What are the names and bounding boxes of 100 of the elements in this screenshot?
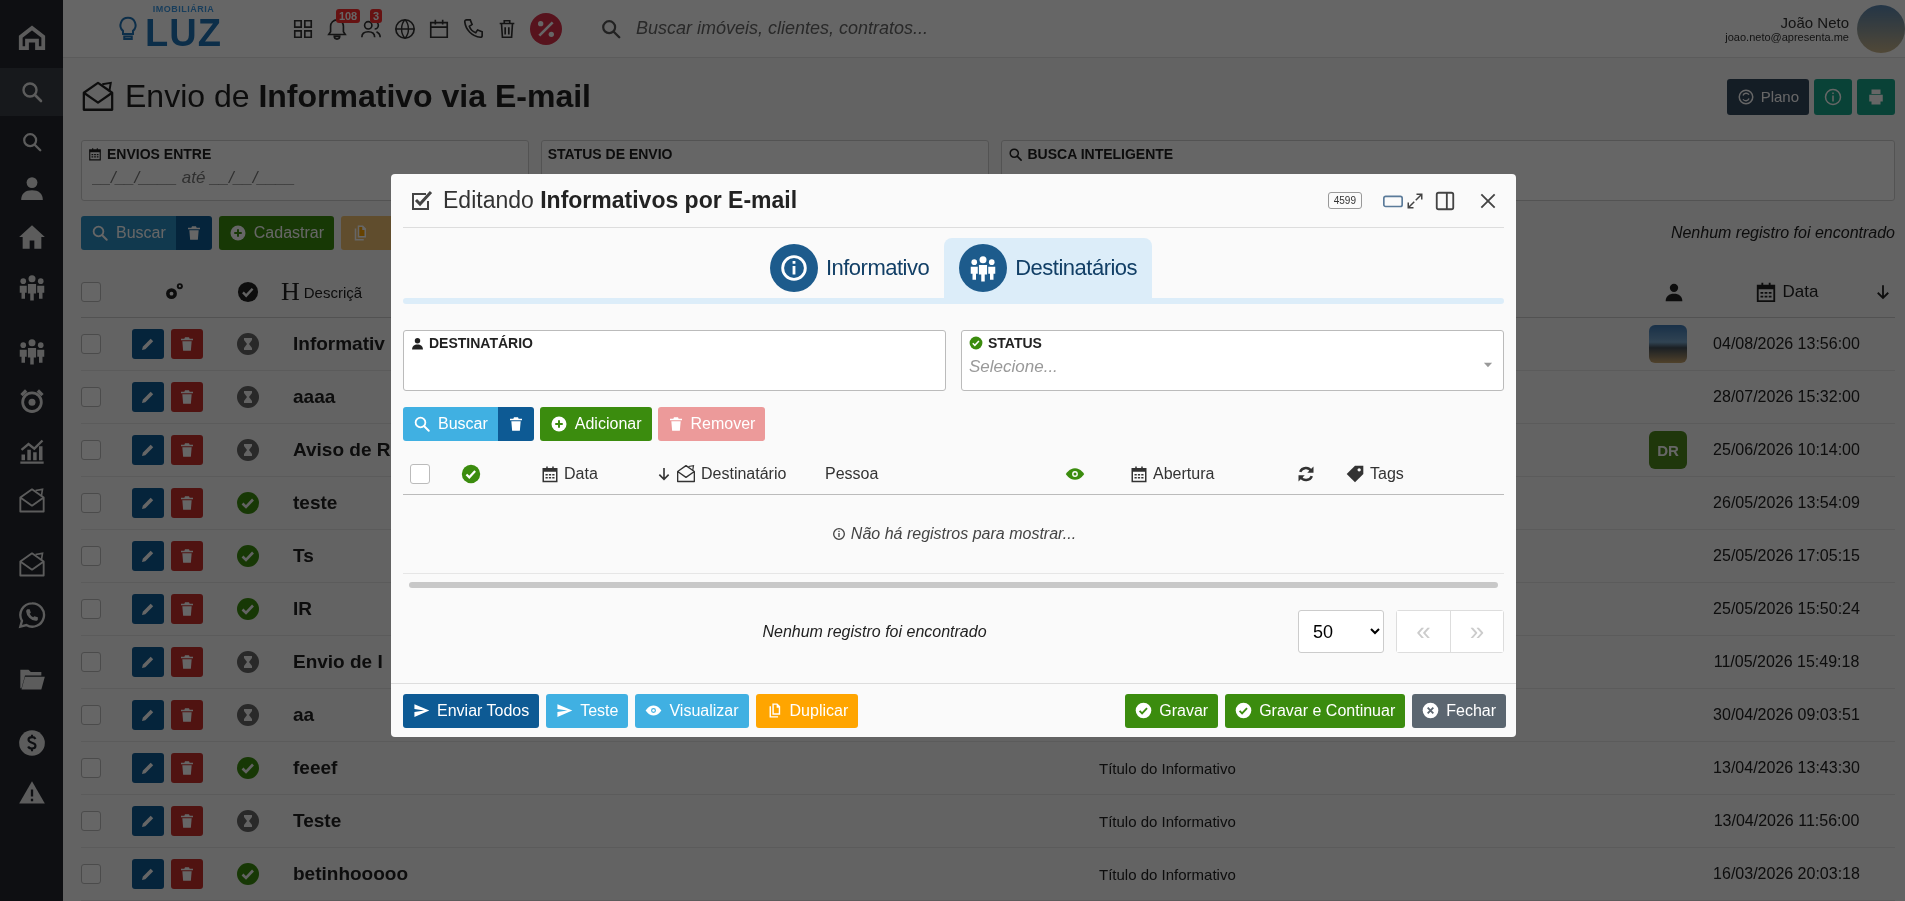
row-checkbox[interactable] [81, 334, 101, 354]
calendar-icon[interactable] [427, 17, 450, 40]
column-header[interactable]: Destinatário [701, 464, 787, 483]
add-button[interactable]: Adicionar [539, 407, 652, 441]
edit-button[interactable] [132, 753, 164, 783]
dollar-icon[interactable] [17, 729, 46, 757]
search-icon[interactable] [20, 131, 43, 153]
create-button[interactable]: Cadastrar [218, 216, 335, 250]
tab[interactable]: Informativo [754, 238, 945, 298]
clear-button[interactable] [175, 216, 212, 250]
people-icon[interactable] [17, 273, 46, 301]
row-checkbox[interactable] [81, 387, 101, 407]
test-button[interactable]: Teste [546, 693, 629, 728]
expand-icon[interactable] [1406, 191, 1424, 210]
edit-button[interactable] [132, 541, 164, 571]
delete-button[interactable] [171, 859, 203, 889]
print-icon [1867, 87, 1885, 106]
row-subject: Título do Informativo [1099, 759, 1236, 777]
logo-tagline: IMOBILIÁRIA [152, 5, 215, 14]
send-all-button[interactable]: Enviar Todos [403, 693, 540, 728]
people-icon[interactable] [17, 337, 46, 365]
globe-icon[interactable] [393, 17, 416, 40]
delete-button[interactable] [171, 806, 203, 836]
delete-button[interactable] [171, 382, 203, 412]
delete-button[interactable] [171, 594, 203, 624]
delete-button[interactable] [171, 435, 203, 465]
info-button[interactable] [1814, 78, 1852, 115]
tab[interactable]: Destinatários [944, 238, 1153, 298]
row-checkbox[interactable] [81, 811, 101, 831]
edit-button[interactable] [132, 594, 164, 624]
edit-button[interactable] [132, 382, 164, 412]
delete-button[interactable] [171, 647, 203, 677]
people-count: 3 [369, 8, 382, 23]
home-icon[interactable] [17, 223, 46, 251]
tag-icon [1345, 463, 1365, 484]
print-button[interactable] [1857, 78, 1895, 115]
clear-button[interactable] [497, 407, 534, 441]
preview-button[interactable]: Visualizar [635, 693, 749, 728]
whatsapp-icon[interactable] [17, 601, 46, 629]
column-header[interactable]: Abertura [1153, 464, 1215, 483]
save-continue-button[interactable]: Gravar e Continuar [1225, 693, 1406, 728]
trash-icon [179, 866, 195, 882]
search-icon[interactable] [19, 80, 44, 104]
edit-button[interactable] [132, 859, 164, 889]
edit-button[interactable] [132, 647, 164, 677]
row-checkbox[interactable] [81, 758, 101, 778]
row-checkbox[interactable] [81, 546, 101, 566]
logo-icon[interactable] [16, 23, 47, 53]
percent-icon[interactable] [529, 12, 562, 45]
dialog-title: Editando Informativos por E-mail [443, 187, 798, 214]
row-checkbox[interactable] [81, 599, 101, 619]
side-panel-icon[interactable] [1434, 189, 1456, 212]
phone-icon[interactable] [461, 17, 484, 40]
check-circle-icon [461, 463, 481, 484]
select-all-checkbox[interactable] [410, 463, 430, 484]
delete-button[interactable] [171, 329, 203, 359]
column-header[interactable]: Data [564, 464, 598, 483]
record-id: 4599 [1327, 192, 1362, 209]
delete-button[interactable] [171, 488, 203, 518]
close-button[interactable]: Fechar [1412, 693, 1506, 728]
column-header[interactable]: Pessoa [825, 464, 879, 483]
edit-button[interactable] [132, 806, 164, 836]
row-checkbox[interactable] [81, 864, 101, 884]
pencil-icon [140, 389, 156, 405]
sort-down-icon [1874, 283, 1892, 301]
delete-button[interactable] [171, 541, 203, 571]
edit-button[interactable] [132, 435, 164, 465]
envelope-icon[interactable] [17, 487, 46, 515]
search-icon [1007, 146, 1023, 162]
row-checkbox[interactable] [81, 705, 101, 725]
search-icon [413, 415, 431, 433]
warning-icon[interactable] [17, 779, 46, 807]
user-avatar[interactable] [1857, 4, 1905, 53]
search-field[interactable]: Buscar imóveis, clientes, contratos... [633, 17, 1058, 40]
search-button[interactable]: Buscar [403, 407, 498, 441]
column-header[interactable]: Data [1782, 282, 1819, 302]
chart-icon[interactable] [17, 437, 46, 465]
edit-button[interactable] [132, 700, 164, 730]
envelope-icon[interactable] [17, 551, 46, 579]
row-checkbox[interactable] [81, 493, 101, 513]
save-button[interactable]: Gravar [1125, 693, 1219, 728]
edit-button[interactable] [132, 488, 164, 518]
trash-icon [179, 813, 195, 829]
search-button[interactable]: Buscar [81, 216, 176, 250]
delete-button[interactable] [171, 700, 203, 730]
column-header[interactable]: Tags [1370, 464, 1404, 483]
recipient-field[interactable]: DESTINATÁRIO [403, 330, 946, 391]
status-select[interactable]: STATUS Selecione... [961, 330, 1504, 391]
row-subject: Título do Informativo [1099, 865, 1236, 883]
delete-button[interactable] [171, 753, 203, 783]
row-checkbox[interactable] [81, 652, 101, 672]
page-size-select[interactable]: 50 [1298, 610, 1384, 653]
edit-button[interactable] [132, 329, 164, 359]
select-all-checkbox[interactable] [81, 282, 101, 302]
user-icon[interactable] [18, 175, 45, 201]
row-checkbox[interactable] [81, 440, 101, 460]
row-title: aaaa [292, 386, 336, 408]
horizontal-scrollbar[interactable] [409, 582, 1498, 588]
grid-icon[interactable] [291, 17, 314, 40]
plan-button[interactable]: Plano [1726, 78, 1809, 115]
